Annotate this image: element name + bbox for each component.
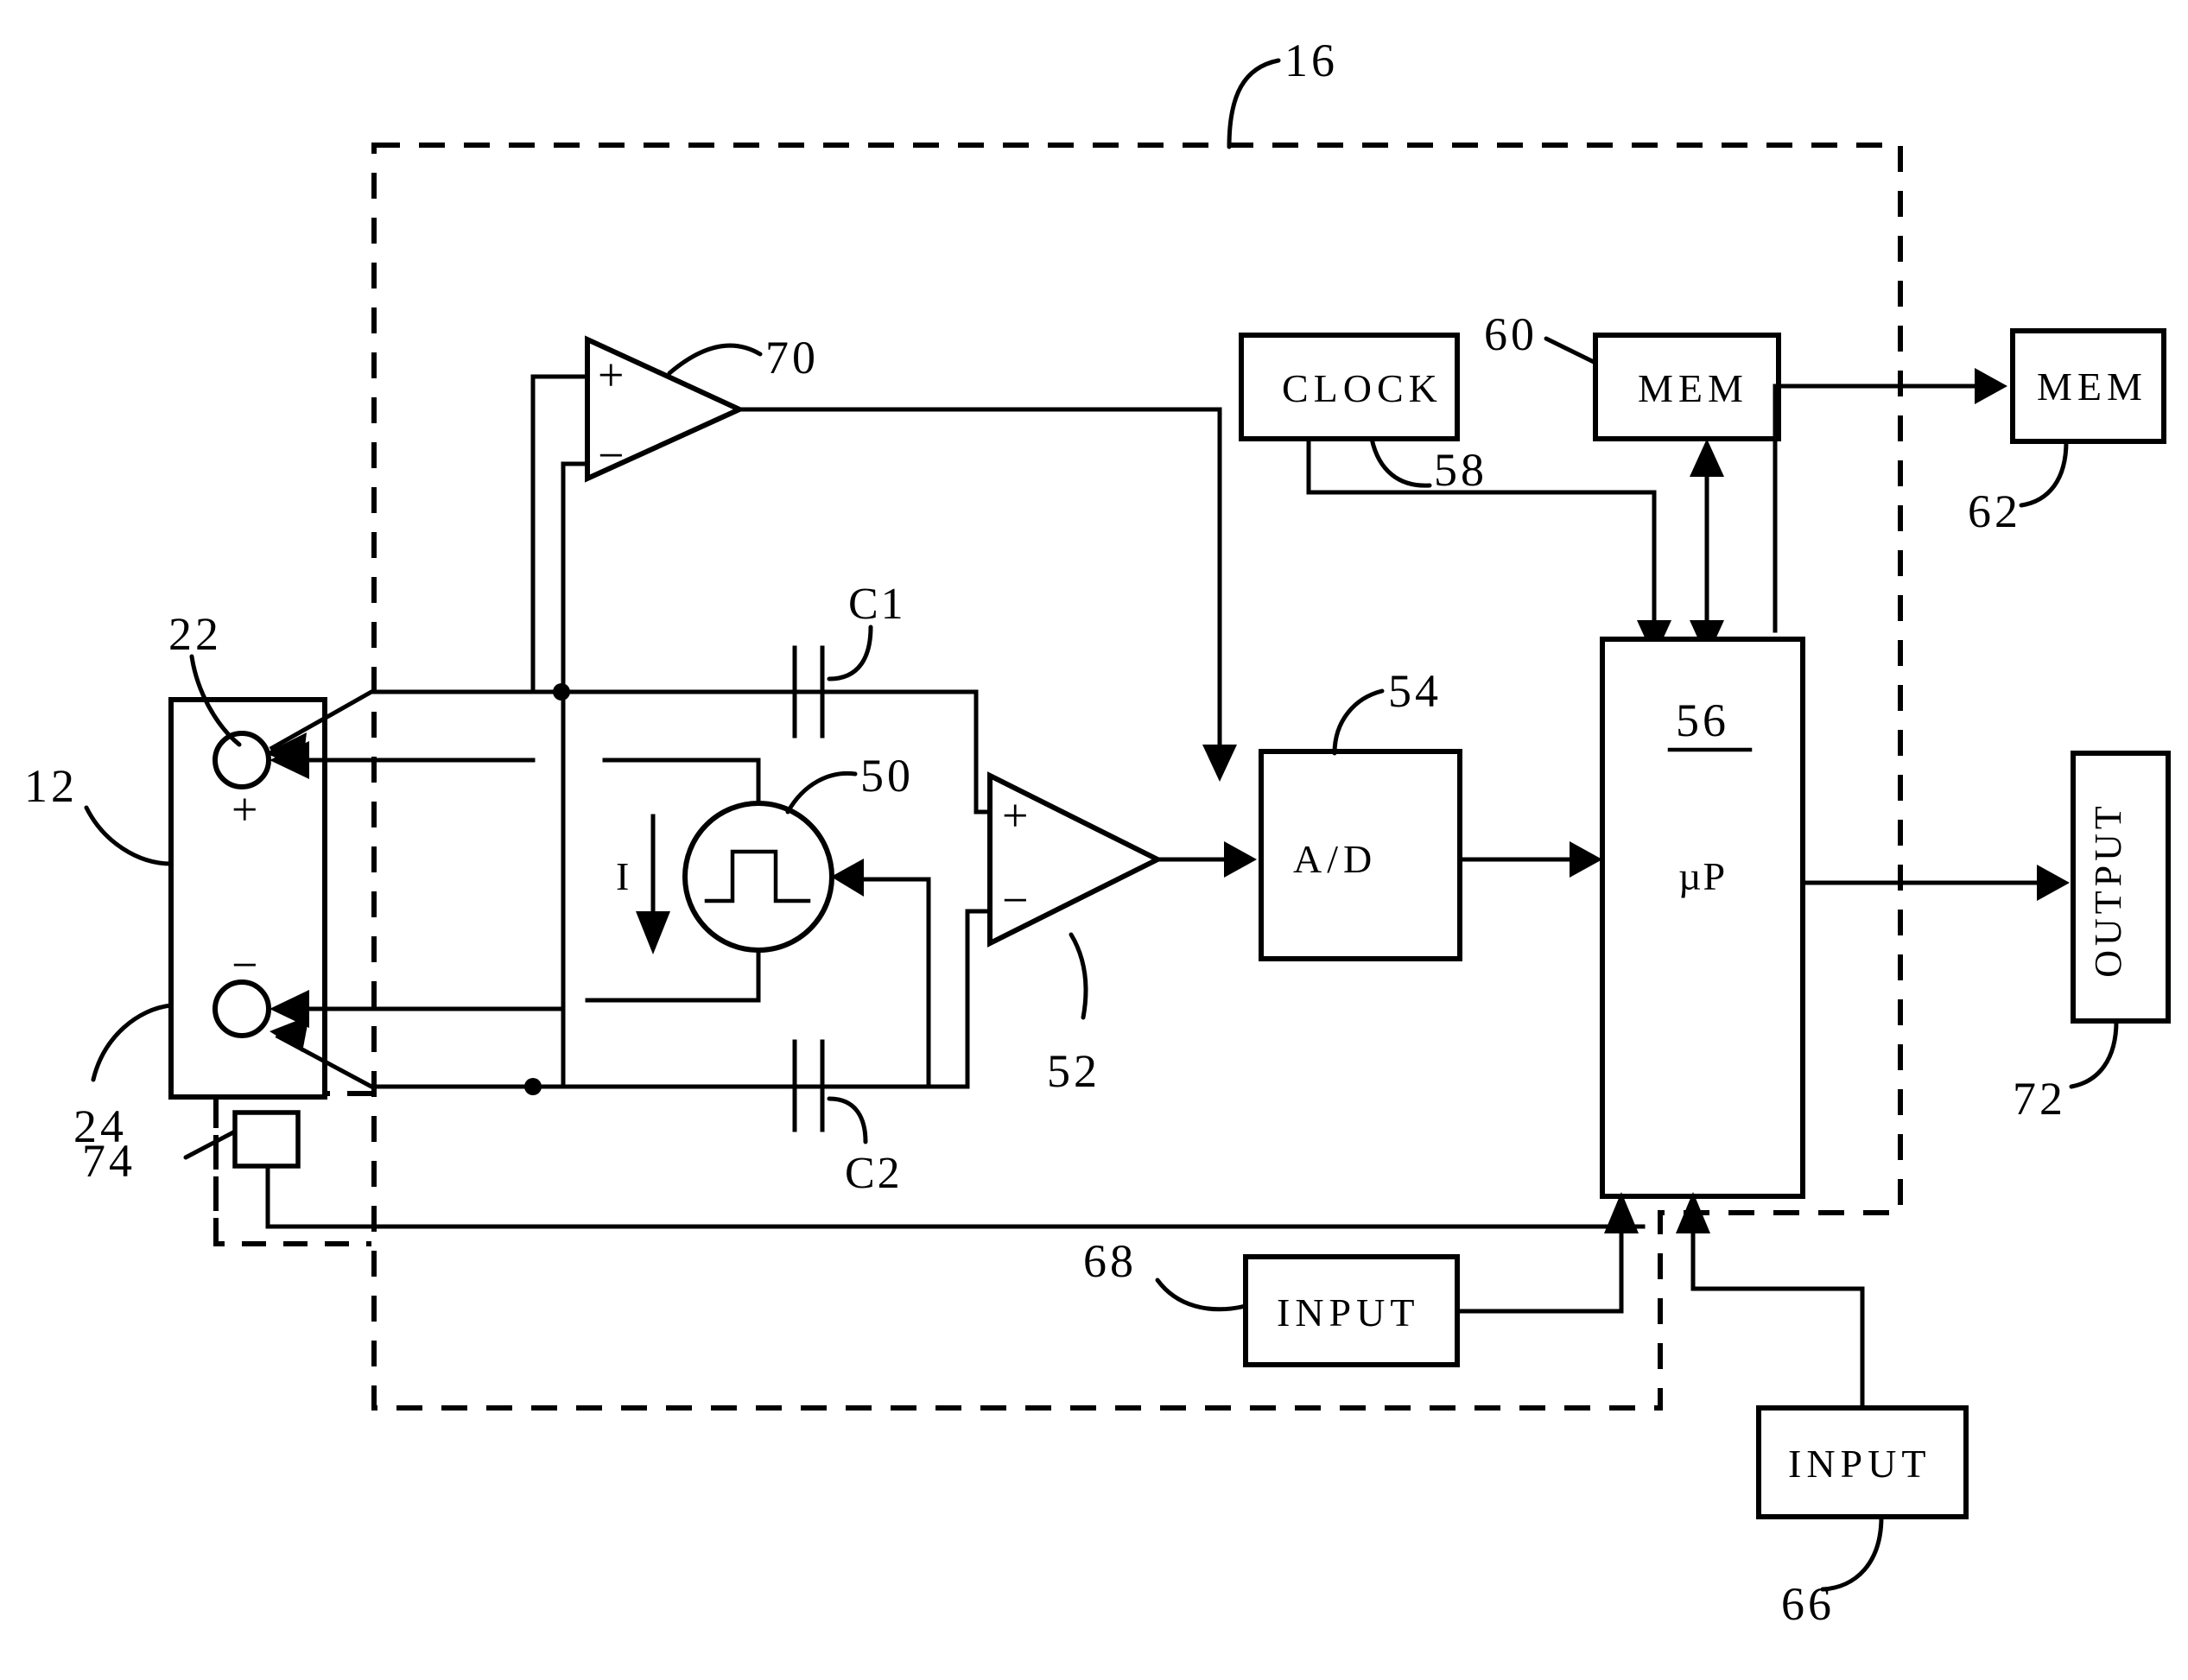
pulse-waveform-icon <box>704 849 811 903</box>
wire-amp70-minus-in <box>561 461 590 1089</box>
arrowhead-into-source50 <box>831 859 864 897</box>
wire-source50-top <box>602 758 761 806</box>
numeral-72: 72 <box>2013 1073 2066 1125</box>
wire-input68-to-up <box>1455 1215 1624 1314</box>
wire-source50-bottom <box>585 948 761 1003</box>
leader-72 <box>2069 1018 2119 1089</box>
wire-input66-to-up <box>1690 1215 1865 1411</box>
numeral-74: 74 <box>82 1135 136 1187</box>
leader-c2 <box>827 1096 868 1144</box>
leader-16 <box>1227 58 1281 149</box>
leader-c1 <box>827 624 873 682</box>
arrowhead-amp52-to-ad <box>1224 841 1257 878</box>
input-internal-label: INPUT <box>1277 1290 1419 1334</box>
patent-figure: 16 + − 22 12 24 74 + − 70 C1 C2 50 I + −… <box>0 0 2188 1680</box>
leader-58 <box>1369 436 1432 488</box>
clock-label: CLOCK <box>1282 366 1443 410</box>
leader-50 <box>785 770 858 815</box>
amp-70-minus: − <box>598 429 624 481</box>
label-c1: C1 <box>848 580 906 629</box>
numeral-58: 58 <box>1434 444 1487 496</box>
module-74-box <box>232 1110 301 1169</box>
figure-canvas: 16 + − 22 12 24 74 + − 70 C1 C2 50 I + −… <box>24 35 2171 1630</box>
mem-internal-label: MEM <box>1638 366 1748 410</box>
wire-74-to-up <box>265 1163 1646 1229</box>
wire-up-to-mem62 <box>1773 384 1988 633</box>
leader-62 <box>2019 439 2069 508</box>
wire-amp70-plus-in <box>530 374 590 694</box>
numeral-62: 62 <box>1968 485 2021 537</box>
wire-amp52-minus-in <box>965 909 993 1089</box>
arrowhead-up-to-mem62 <box>1975 368 2007 404</box>
amp-52-plus: + <box>1002 789 1028 841</box>
amp-52-minus: − <box>1002 874 1028 926</box>
leader-70 <box>667 343 763 376</box>
leader-68 <box>1155 1277 1248 1312</box>
up-label: µP <box>1678 854 1727 898</box>
current-arrowhead <box>636 911 670 954</box>
numeral-22: 22 <box>168 608 222 660</box>
numeral-16: 16 <box>1284 35 1338 86</box>
input-external-label: INPUT <box>1788 1442 1931 1486</box>
numeral-60: 60 <box>1484 308 1538 360</box>
ad-label: A/D <box>1293 837 1377 881</box>
numeral-68: 68 <box>1083 1235 1137 1287</box>
label-c2: C2 <box>845 1149 903 1198</box>
leader-60 <box>1544 336 1598 365</box>
wire-amp70-out-to-ad <box>737 407 1222 763</box>
amp-70-plus: + <box>598 349 624 401</box>
numeral-50: 50 <box>860 750 914 802</box>
arrowhead-up-to-output <box>2037 865 2070 901</box>
numeral-66: 66 <box>1781 1578 1835 1630</box>
current-source-50-circle <box>682 801 834 953</box>
mem-external-label: MEM <box>2037 365 2147 409</box>
leader-24 <box>91 1003 174 1082</box>
numeral-12: 12 <box>24 760 78 812</box>
leader-52 <box>1069 932 1088 1020</box>
electrode-minus-sign: − <box>231 939 257 991</box>
electrode-plus-sign: + <box>231 783 257 835</box>
leader-12 <box>84 805 174 866</box>
numeral-52: 52 <box>1047 1045 1100 1097</box>
arrowhead-mem60-up-top <box>1690 439 1724 477</box>
label-current-I: I <box>616 854 629 898</box>
output-label: OUTPUT <box>2087 802 2129 978</box>
numeral-56: 56 <box>1676 694 1729 746</box>
leader-54 <box>1332 688 1385 756</box>
arrowhead-ad-to-up <box>1570 841 1602 878</box>
numeral-54: 54 <box>1388 665 1442 717</box>
numeral-70: 70 <box>765 332 819 384</box>
wire-c2-right <box>820 939 931 1089</box>
leader-74 <box>183 1129 238 1160</box>
arrowhead-amp70-to-ad <box>1202 745 1237 782</box>
